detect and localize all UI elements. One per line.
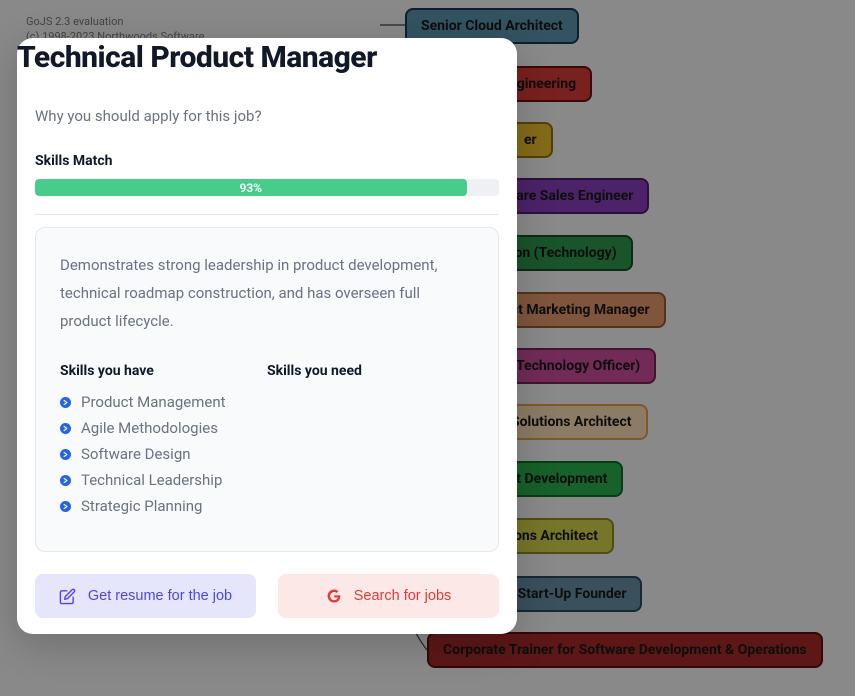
skills-match-label: Skills Match: [35, 153, 499, 169]
arrow-bullet-icon: [60, 423, 71, 434]
arrow-bullet-icon: [60, 397, 71, 408]
modal-title: Technical Product Manager: [17, 40, 517, 75]
skill-label: Strategic Planning: [81, 497, 202, 515]
skills-you-need-header: Skills you need: [267, 363, 474, 379]
divider: [35, 214, 499, 215]
job-description: Demonstrates strong leadership in produc…: [60, 252, 474, 335]
skill-label: Product Management: [81, 393, 226, 411]
arrow-bullet-icon: [60, 475, 71, 486]
skill-item: Software Design: [60, 445, 267, 463]
arrow-bullet-icon: [60, 449, 71, 460]
arrow-bullet-icon: [60, 501, 71, 512]
skills-you-have-col: Skills you have Product Management Agile …: [60, 363, 267, 523]
skills-you-have-list: Product Management Agile Methodologies Sof…: [60, 393, 267, 515]
skills-match-progress: 93%: [35, 179, 499, 196]
skills-you-have-header: Skills you have: [60, 363, 267, 379]
skill-label: Software Design: [81, 445, 191, 463]
skill-item: Agile Methodologies: [60, 419, 267, 437]
skills-you-need-col: Skills you need: [267, 363, 474, 523]
skills-match-progress-fill: 93%: [35, 179, 467, 196]
skill-item: Strategic Planning: [60, 497, 267, 515]
edit-icon: [59, 588, 76, 605]
skill-label: Agile Methodologies: [81, 419, 218, 437]
modal-subtitle: Why you should apply for this job?: [35, 107, 499, 125]
skills-match-percent: 93%: [239, 181, 262, 195]
skill-item: Product Management: [60, 393, 267, 411]
job-modal: Technical Product Manager Why you should…: [17, 38, 517, 634]
search-jobs-label: Search for jobs: [354, 588, 452, 604]
google-icon: [326, 588, 342, 604]
details-card: Demonstrates strong leadership in produc…: [35, 227, 499, 552]
get-resume-button[interactable]: Get resume for the job: [35, 574, 256, 618]
skill-item: Technical Leadership: [60, 471, 267, 489]
search-jobs-button[interactable]: Search for jobs: [278, 574, 499, 618]
skill-label: Technical Leadership: [81, 471, 222, 489]
get-resume-label: Get resume for the job: [88, 588, 232, 604]
